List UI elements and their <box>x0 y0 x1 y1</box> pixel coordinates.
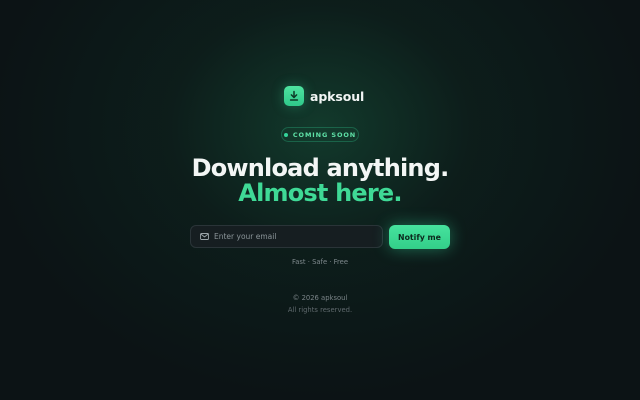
status-dot-icon <box>283 132 288 137</box>
badge-label: COMING SOON <box>292 130 357 139</box>
mail-icon <box>200 233 209 241</box>
rights-text: All rights reserved. <box>287 306 353 314</box>
copyright-text: © 2026 apksoul <box>292 294 348 302</box>
features-tagline: Fast · Safe · Free <box>291 258 349 266</box>
email-input[interactable] <box>214 232 374 241</box>
coming-soon-badge: COMING SOON <box>281 127 359 142</box>
headline-primary: Download anything. <box>191 154 450 182</box>
notify-me-button[interactable]: Notify me <box>389 225 450 249</box>
headline-accent: Almost here. <box>238 179 402 207</box>
email-field-container[interactable] <box>190 225 383 248</box>
download-icon <box>284 86 304 106</box>
brand-name: apksoul <box>310 88 365 104</box>
coming-soon-page: apksoul COMING SOON Download anything. A… <box>0 0 640 400</box>
brand: apksoul <box>284 86 364 106</box>
